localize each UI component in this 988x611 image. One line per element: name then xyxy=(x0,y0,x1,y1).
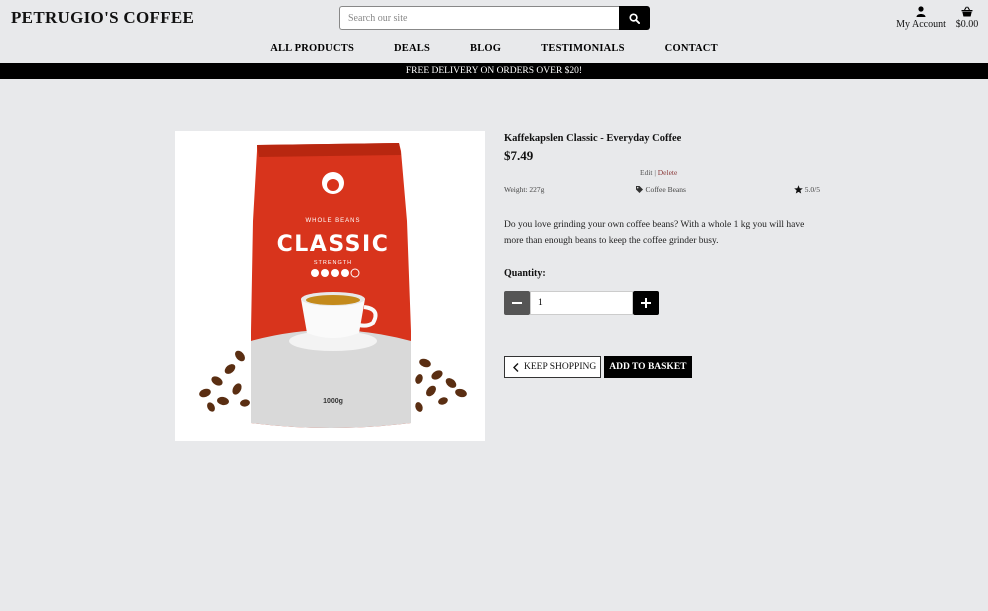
product-category[interactable]: Coffee Beans xyxy=(636,185,686,194)
product-weight: Weight: 227g xyxy=(504,185,545,194)
my-account-link[interactable]: My Account xyxy=(894,6,948,30)
bag-subtitle-text: STRENGTH xyxy=(314,260,352,266)
bag-weight-text: 1000g xyxy=(323,398,343,405)
product-name: Kaffekapslen Classic - Everyday Coffee xyxy=(504,133,682,144)
keep-shopping-label: KEEP SHOPPING xyxy=(524,362,597,372)
product-details: Kaffekapslen Classic - Everyday Coffee $… xyxy=(504,131,824,378)
basket-total: $0.00 xyxy=(955,19,979,30)
site-logo[interactable]: PETRUGIO'S COFFEE xyxy=(11,8,194,28)
site-header: PETRUGIO'S COFFEE My Account $0.00 ALL P… xyxy=(0,0,988,63)
add-to-basket-button[interactable]: ADD TO BASKET xyxy=(604,356,692,378)
bag-brand-text: WHOLE BEANS xyxy=(305,218,360,224)
decrement-button[interactable] xyxy=(504,291,530,315)
category-label: Coffee Beans xyxy=(645,185,686,194)
nav-contact[interactable]: CONTACT xyxy=(665,43,718,54)
my-account-label: My Account xyxy=(896,19,946,30)
coffee-bag-illustration: WHOLE BEANS CLASSIC STRENGTH 1000g xyxy=(199,143,467,428)
search-form xyxy=(339,6,650,30)
plus-icon xyxy=(641,298,651,308)
search-input[interactable] xyxy=(339,6,619,30)
basket-icon xyxy=(961,6,973,17)
product-image: WHOLE BEANS CLASSIC STRENGTH 1000g xyxy=(175,131,485,441)
search-button[interactable] xyxy=(619,6,650,30)
keep-shopping-button[interactable]: KEEP SHOPPING xyxy=(504,356,602,378)
product-description: Do you love grinding your own coffee bea… xyxy=(504,220,805,246)
nav-testimonials[interactable]: TESTIMONIALS xyxy=(541,43,625,54)
quantity-label: Quantity: xyxy=(504,268,546,279)
bag-title-text: CLASSIC xyxy=(277,232,390,257)
quantity-stepper xyxy=(504,291,659,315)
star-icon xyxy=(793,185,803,194)
tag-icon xyxy=(636,186,644,193)
user-icon xyxy=(916,6,926,17)
product-actions: KEEP SHOPPING ADD TO BASKET xyxy=(504,356,692,378)
search-icon xyxy=(629,12,640,24)
delete-link[interactable]: Delete xyxy=(658,168,678,177)
nav-blog[interactable]: BLOG xyxy=(470,43,501,54)
rating-value: 5.0/5 xyxy=(804,185,820,194)
edit-link[interactable]: Edit xyxy=(640,168,653,177)
nav-deals[interactable]: DEALS xyxy=(394,43,430,54)
product-meta: Weight: 227g Coffee Beans 5.0/5 xyxy=(504,185,820,194)
nav-all-products[interactable]: ALL PRODUCTS xyxy=(270,43,354,54)
chevron-left-icon xyxy=(513,362,519,372)
delivery-banner: FREE DELIVERY ON ORDERS OVER $20! xyxy=(0,63,988,79)
minus-icon xyxy=(512,302,522,304)
basket-link[interactable]: $0.00 xyxy=(954,6,980,30)
admin-links: Edit | Delete xyxy=(640,168,677,177)
product-price: $7.49 xyxy=(504,148,534,163)
main-nav: ALL PRODUCTS DEALS BLOG TESTIMONIALS CON… xyxy=(0,43,988,54)
quantity-input[interactable] xyxy=(530,291,633,315)
product-rating: 5.0/5 xyxy=(793,185,820,194)
increment-button[interactable] xyxy=(633,291,659,315)
